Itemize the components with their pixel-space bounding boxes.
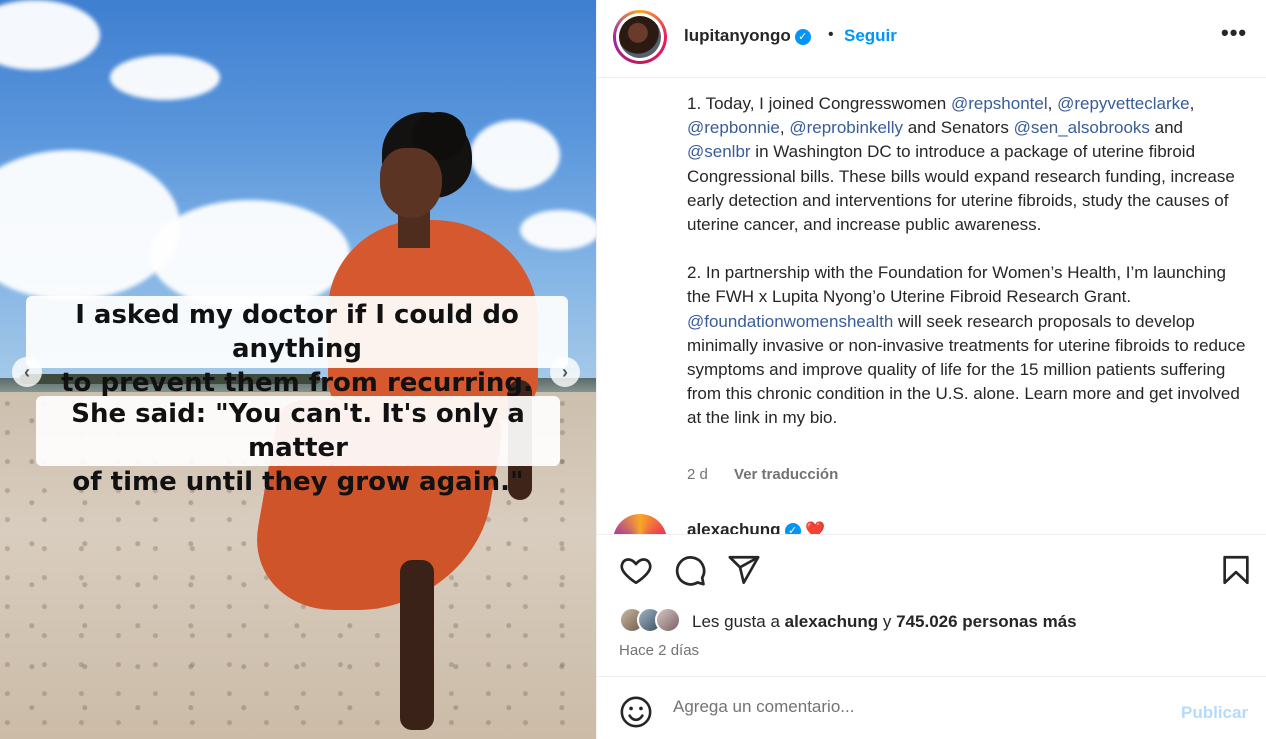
bookmark-icon[interactable]: [1219, 553, 1253, 587]
actions-bar: Les gusta a alexachung y 745.026 persona…: [597, 534, 1266, 676]
leg: [400, 560, 434, 730]
share-icon[interactable]: [727, 553, 761, 587]
post-header: lupitanyongo ✓ • Seguir •••: [597, 0, 1266, 78]
caption-text: ,: [1189, 94, 1195, 113]
more-options-icon[interactable]: •••: [1221, 20, 1247, 46]
overlay-line: to prevent them from recurring.: [61, 368, 533, 398]
mention-link[interactable]: @repshontel: [951, 94, 1048, 113]
post-timestamp: Hace 2 días: [619, 642, 700, 659]
heart-icon[interactable]: [619, 553, 653, 587]
heart-emoji: ❤️: [805, 522, 826, 534]
mention-link[interactable]: @sen_alsobrooks: [1014, 118, 1150, 137]
likes-count[interactable]: 745.026 personas más: [896, 612, 1077, 631]
caption-text: ,: [1047, 94, 1058, 113]
see-translation-button[interactable]: Ver traducción: [734, 466, 838, 483]
post-media: I asked my doctor if I could do anything…: [0, 0, 596, 739]
mention-link[interactable]: @senlbr: [687, 142, 751, 161]
comment-input[interactable]: [673, 697, 1153, 717]
caption-text: and Senators: [902, 118, 1014, 138]
likes-prefix: Les gusta a: [692, 612, 785, 631]
likes-user[interactable]: alexachung: [785, 612, 879, 631]
mention-link[interactable]: @reprobinkelly: [789, 118, 903, 137]
follow-button[interactable]: Seguir: [844, 26, 897, 46]
commenter-name-text[interactable]: alexachung: [687, 520, 781, 534]
caption-text: and: [1149, 118, 1183, 138]
mention-link[interactable]: @foundationwomenshealth: [687, 312, 893, 331]
publish-button[interactable]: Publicar: [1181, 703, 1248, 723]
likers-avatars[interactable]: [619, 607, 683, 635]
caption-paragraph-2: 2. In partnership with the Foundation fo…: [687, 261, 1247, 430]
commenter-avatar[interactable]: [613, 514, 667, 534]
overlay-line: I asked my doctor if I could do anything: [75, 300, 519, 364]
overlay-caption-2: She said: "You can't. It's only a matter…: [36, 396, 560, 497]
avatar-frame: [616, 13, 664, 61]
username-text[interactable]: lupitanyongo: [684, 26, 791, 45]
overlay-line: She said: "You can't. It's only a matter: [71, 399, 525, 463]
carousel-next-button[interactable]: ›: [550, 357, 580, 387]
verified-badge-icon: ✓: [784, 523, 801, 534]
caption-age: 2 d: [687, 466, 708, 483]
caption-meta: 2 d Ver traducción: [687, 466, 838, 483]
author-avatar[interactable]: [613, 10, 667, 64]
caption-text: in Washington DC to introduce a package …: [687, 142, 1235, 235]
comment-icon[interactable]: [673, 553, 707, 587]
carousel-prev-button[interactable]: ‹: [12, 357, 42, 387]
overlay-line: of time until they grow again.": [72, 467, 524, 497]
commenter-username[interactable]: alexachung ✓ ❤️: [687, 520, 825, 534]
mention-link[interactable]: @repbonnie: [687, 118, 780, 137]
comment-item: alexachung ✓ ❤️: [613, 512, 1253, 534]
post-detail-panel: lupitanyongo ✓ • Seguir ••• 1. Today, I j…: [596, 0, 1266, 739]
verified-badge-icon: ✓: [794, 29, 811, 45]
overlay-caption-1: I asked my doctor if I could do anything…: [26, 296, 568, 398]
caption-text: ,: [779, 118, 790, 138]
likes-middle: y: [878, 612, 897, 631]
caption-text: 1. Today, I joined Congresswomen: [687, 94, 951, 113]
caption-text: 2. In partnership with the Foundation fo…: [687, 263, 1226, 307]
liker-avatar: [655, 607, 681, 633]
avatar-image: [619, 16, 661, 58]
author-username[interactable]: lupitanyongo ✓: [684, 26, 811, 46]
face: [380, 148, 442, 218]
mention-link[interactable]: @repyvetteclarke: [1057, 94, 1190, 113]
caption-paragraph-1: 1. Today, I joined Congresswomen @repsho…: [687, 92, 1247, 237]
add-comment-bar: Publicar: [597, 676, 1266, 739]
separator-dot: •: [828, 26, 834, 43]
post-caption: 1. Today, I joined Congresswomen @repsho…: [687, 92, 1247, 455]
likes-summary[interactable]: Les gusta a alexachung y 745.026 persona…: [692, 612, 1077, 632]
emoji-icon[interactable]: [619, 695, 653, 729]
